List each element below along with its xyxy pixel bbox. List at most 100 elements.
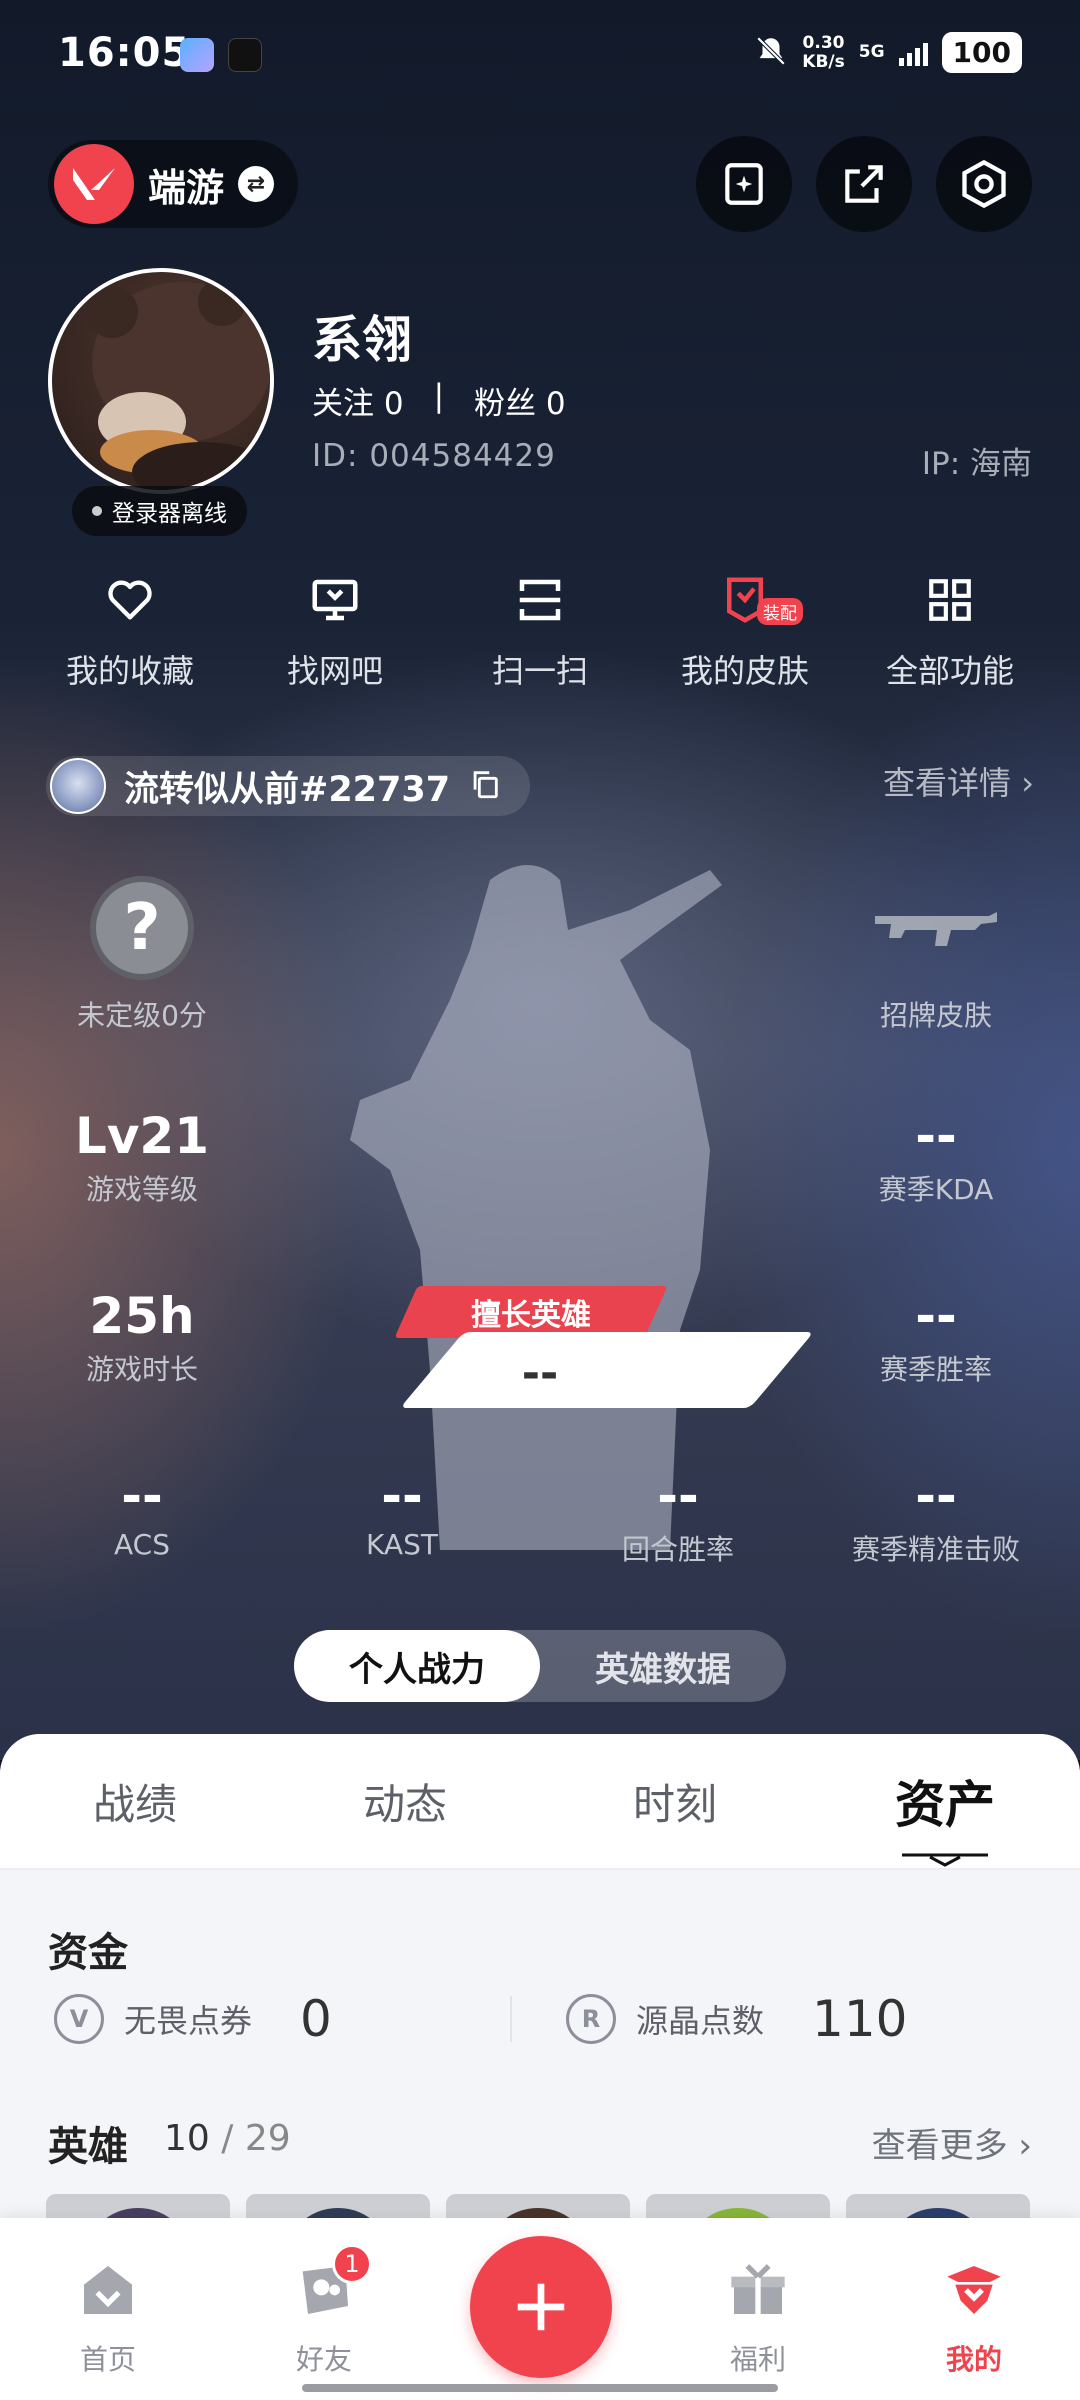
scan-icon (510, 570, 570, 630)
toggle-personal-power[interactable]: 个人战力 (294, 1630, 540, 1702)
game-account-pill[interactable]: 流转似从前#22737 (46, 756, 531, 816)
heroes-count: 10 / 29 (164, 2118, 291, 2159)
kda-stat: -- 赛季KDA (826, 1106, 1046, 1208)
vp-value: 0 (300, 1990, 332, 2048)
nav-home[interactable]: 首页 (28, 2258, 188, 2378)
equip-badge: 装配 (757, 598, 803, 625)
unranked-icon: ? (90, 876, 194, 980)
settings-button[interactable] (936, 136, 1032, 232)
swap-icon: ⇄ (238, 166, 275, 202)
view-details-link[interactable]: 查看详情 › (883, 758, 1034, 804)
ip-location: IP: 海南 (921, 446, 1032, 482)
level-stat: Lv21 游戏等级 (32, 1106, 252, 1208)
account-name: 流转似从前#22737 (124, 769, 451, 810)
tab-assets[interactable]: 资产 (845, 1765, 1045, 1867)
status-bar: 16:05 0.30 KB/s 5G 100 (0, 0, 1080, 110)
status-time: 16:05 (58, 30, 191, 76)
signal-icon (898, 40, 928, 66)
playtime-stat: 25h 游戏时长 (32, 1286, 252, 1388)
ai-edit-icon (725, 163, 763, 205)
copy-icon[interactable] (468, 767, 502, 805)
follow-separator: | (433, 378, 445, 414)
tab-moments[interactable]: 时刻 (575, 1771, 775, 1832)
rank-label: 未定级0分 (77, 999, 207, 1032)
rank-stat[interactable]: ? 未定级0分 (32, 876, 252, 1034)
gift-icon (726, 2258, 790, 2322)
tiktok-icon (228, 38, 262, 72)
level-value: Lv21 (74, 1107, 210, 1165)
winrate-value: -- (915, 1287, 957, 1345)
create-post-button[interactable] (470, 2236, 612, 2378)
round-winrate-value: -- (657, 1467, 699, 1525)
fans-count[interactable]: 粉丝 0 (474, 378, 566, 423)
signature-skin-stat[interactable]: 招牌皮肤 (826, 876, 1046, 1034)
following-count[interactable]: 关注 0 (312, 378, 404, 423)
kda-value: -- (915, 1107, 957, 1165)
shortcut-favorites[interactable]: 我的收藏 (30, 570, 230, 692)
precise-kills-label: 赛季精准击败 (851, 1533, 1020, 1566)
avatar[interactable] (48, 268, 274, 494)
nickname: 系翎 (312, 311, 412, 369)
nav-label: 首页 (79, 2343, 136, 2376)
ai-edit-button[interactable] (696, 136, 792, 232)
friends-icon: 1 (292, 2244, 372, 2322)
plus-icon (517, 2283, 565, 2331)
status-dot (92, 506, 102, 516)
radianite-points[interactable]: R 源晶点数 110 (566, 1990, 907, 2048)
nav-label: 福利 (729, 2343, 786, 2376)
app-notification-icon (180, 38, 214, 72)
valorant-points-icon: V (54, 1994, 104, 2044)
monitor-icon (305, 570, 365, 630)
round-winrate-stat: -- 回合胜率 (568, 1466, 788, 1568)
precise-kills-value: -- (915, 1467, 957, 1525)
fund-divider (510, 1996, 512, 2042)
shortcut-label: 我的收藏 (65, 652, 194, 690)
profile-icon (942, 2258, 1006, 2322)
nav-friends[interactable]: 1 好友 (244, 2244, 404, 2378)
tab-records[interactable]: 战绩 (35, 1771, 235, 1832)
toggle-hero-data[interactable]: 英雄数据 (540, 1630, 786, 1702)
heroes-title: 英雄 (48, 2124, 128, 2170)
account-avatar (50, 758, 106, 814)
nav-label: 我的 (945, 2343, 1002, 2376)
follow-stats: 关注 0 | 粉丝 0 (312, 378, 566, 423)
playtime-value: 25h (89, 1287, 195, 1345)
shortcut-skins[interactable]: 装配 我的皮肤 (645, 570, 845, 692)
view-more-heroes-link[interactable]: 查看更多 › (872, 2118, 1032, 2167)
nav-profile[interactable]: 我的 (894, 2258, 1054, 2378)
kast-value: -- (381, 1467, 423, 1525)
chevron-right-icon: › (1021, 764, 1034, 802)
shortcut-all-features[interactable]: 全部功能 (850, 570, 1050, 692)
best-hero-value: -- (521, 1347, 559, 1399)
vp-label: 无畏点券 (124, 2002, 253, 2040)
tab-feed[interactable]: 动态 (305, 1771, 505, 1832)
valorant-logo-icon (54, 144, 134, 224)
acs-label: ACS (114, 1528, 170, 1561)
gun-icon (826, 876, 1046, 980)
winrate-stat: -- 赛季胜率 (826, 1286, 1046, 1388)
home-indicator[interactable] (302, 2384, 778, 2392)
level-label: 游戏等级 (85, 1173, 198, 1206)
status-right: 0.30 KB/s 5G 100 (754, 32, 1022, 73)
winrate-label: 赛季胜率 (879, 1353, 992, 1386)
share-button[interactable] (816, 136, 912, 232)
best-hero-tag: 擅长英雄 (471, 1298, 591, 1333)
home-icon (76, 2258, 140, 2322)
stats-view-toggle: 个人战力 英雄数据 (294, 1630, 786, 1702)
nav-gifts[interactable]: 福利 (678, 2258, 838, 2378)
battery-indicator: 100 (941, 32, 1022, 73)
shortcut-find-cafe[interactable]: 找网吧 (235, 570, 435, 692)
best-hero-card[interactable]: 擅长英雄 -- (360, 1286, 814, 1410)
content-tabs: 战绩 动态 时刻 资产 (0, 1734, 1080, 1870)
valorant-points[interactable]: V 无畏点券 0 (54, 1990, 332, 2048)
game-switcher[interactable]: 端游 ⇄ (48, 140, 299, 228)
friends-badge: 1 (332, 2244, 372, 2284)
grid-icon (920, 570, 980, 630)
kda-label: 赛季KDA (878, 1173, 994, 1206)
shortcut-label: 我的皮肤 (680, 652, 809, 690)
signature-skin-label: 招牌皮肤 (879, 999, 992, 1032)
kast-stat: -- KAST (292, 1466, 512, 1561)
launcher-status-text: 登录器离线 (112, 501, 227, 527)
acs-value: -- (121, 1467, 163, 1525)
shortcut-scan[interactable]: 扫一扫 (440, 570, 640, 692)
